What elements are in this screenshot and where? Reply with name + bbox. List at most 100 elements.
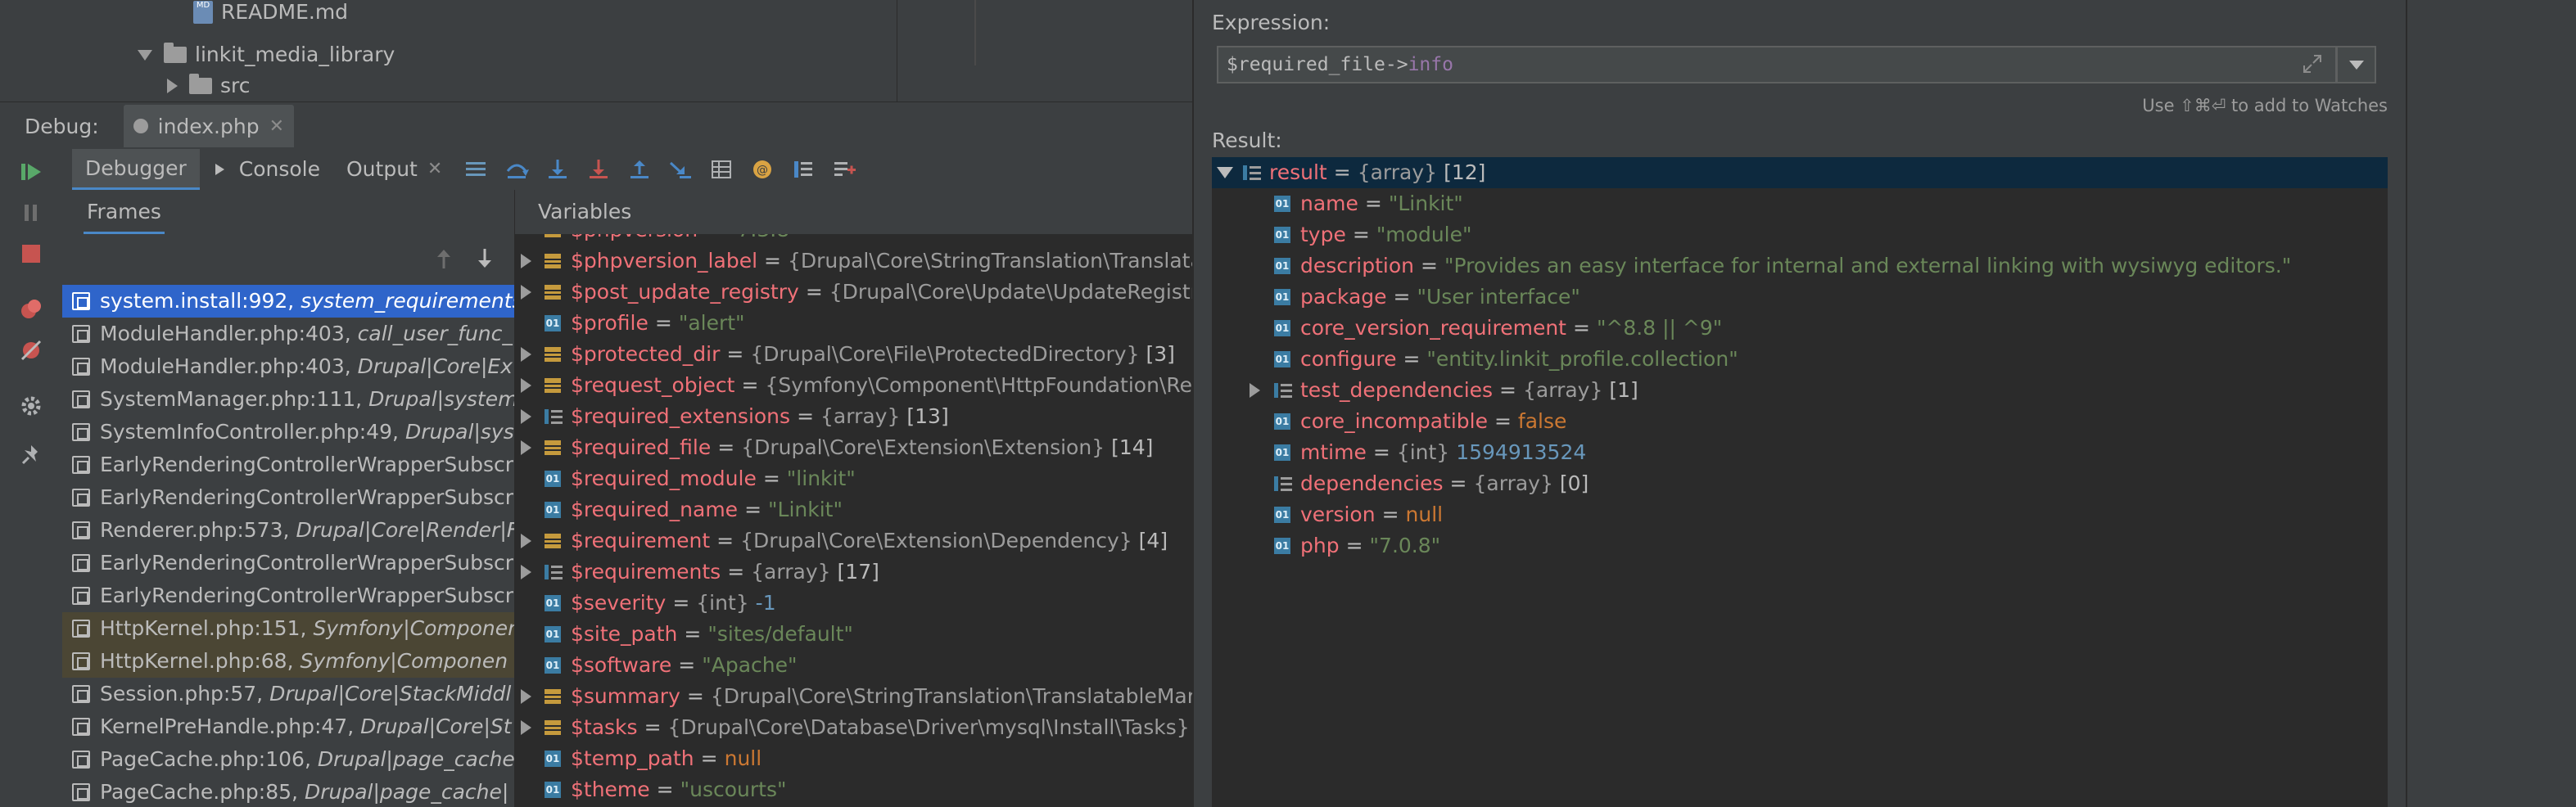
variable-row[interactable]: $phpversion = "7.3.8": [514, 234, 1192, 246]
variable-row[interactable]: $protected_dir = {Drupal\Core\File\Protect…: [514, 339, 1192, 370]
close-icon[interactable]: ✕: [269, 116, 284, 137]
chevron-right-icon[interactable]: [521, 534, 531, 548]
tab-console[interactable]: Console: [200, 149, 333, 190]
result-value: {array}: [1473, 471, 1553, 495]
chevron-right-icon[interactable]: [521, 565, 531, 579]
variable-row[interactable]: $required_extensions = {array} [13]: [514, 401, 1192, 432]
frame-row[interactable]: KernelPreHandle.php:47, Drupal|Core|St: [62, 710, 514, 743]
expression-history-dropdown[interactable]: [2337, 46, 2376, 83]
close-icon[interactable]: ✕: [427, 149, 442, 190]
variable-row[interactable]: 01 $severity = {int} -1: [514, 588, 1192, 619]
evaluate-expression-icon[interactable]: [709, 158, 734, 181]
chevron-right-icon[interactable]: [521, 285, 531, 300]
frame-row[interactable]: EarlyRenderingControllerWrapperSubscr: [62, 547, 514, 579]
variable-row[interactable]: 01 $site_path = "sites/default": [514, 619, 1192, 650]
add-watch-icon[interactable]: [832, 158, 856, 181]
variable-row[interactable]: $requirement = {Drupal\Core\Extension\Depe…: [514, 525, 1192, 557]
tab-output[interactable]: Output ✕: [333, 149, 455, 190]
frame-row[interactable]: PageCache.php:106, Drupal|page_cache|: [62, 743, 514, 776]
step-into-icon[interactable]: [545, 158, 570, 181]
chevron-right-icon[interactable]: [521, 378, 531, 393]
chevron-right-icon[interactable]: [521, 409, 531, 424]
tree-item-src[interactable]: src: [167, 70, 251, 101]
debug-session-tab[interactable]: index.php ✕: [123, 105, 295, 147]
tab-label: Output: [346, 157, 418, 181]
frame-row[interactable]: EarlyRenderingControllerWrapperSubscr: [62, 449, 514, 481]
step-over-icon[interactable]: [504, 158, 530, 181]
frame-row[interactable]: EarlyRenderingControllerWrapperSubscr: [62, 579, 514, 612]
result-row[interactable]: 01 configure = "entity.linkit_profile.colle…: [1212, 344, 2388, 375]
tab-debugger[interactable]: Debugger: [72, 149, 200, 190]
pin-icon[interactable]: [20, 444, 43, 467]
result-row[interactable]: 01 version = null: [1212, 499, 2388, 530]
variable-row[interactable]: 01 $temp_path = null: [514, 743, 1192, 774]
chevron-right-icon[interactable]: [521, 347, 531, 362]
chevron-right-icon[interactable]: [167, 79, 178, 93]
step-out-icon[interactable]: [627, 158, 652, 181]
frame-row[interactable]: ModuleHandler.php:403, Drupal|Core|Ex: [62, 350, 514, 383]
chevron-right-icon[interactable]: [521, 440, 531, 455]
variable-row[interactable]: 01 $required_name = "Linkit": [514, 494, 1192, 525]
frame-row[interactable]: HttpKernel.php:151, Symfony|Componen: [62, 612, 514, 645]
pause-program-icon[interactable]: [20, 201, 43, 224]
frame-row[interactable]: system.install:992, system_requirements: [62, 285, 514, 318]
arrow-up-icon[interactable]: [434, 247, 454, 270]
resume-program-icon[interactable]: [20, 160, 43, 183]
variable-row[interactable]: $summary = {Drupal\Core\StringTranslation\…: [514, 681, 1192, 712]
variable-row[interactable]: $required_file = {Drupal\Core\Extension\Ex…: [514, 432, 1192, 463]
result-value: "entity.linkit_profile.collection": [1426, 347, 1738, 371]
variable-row[interactable]: 01 $software = "Apache": [514, 650, 1192, 681]
tree-item-readme[interactable]: MD README.md: [193, 0, 348, 28]
frame-row[interactable]: HttpKernel.php:68, Symfony|Componen: [62, 645, 514, 678]
frame-icon: [72, 489, 90, 507]
frames-list-icon[interactable]: [791, 158, 816, 181]
frame-row[interactable]: Session.php:57, Drupal|Core|StackMiddl: [62, 678, 514, 710]
result-row[interactable]: 01 package = "User interface": [1212, 282, 2388, 313]
expand-icon[interactable]: [2301, 52, 2324, 75]
result-row[interactable]: 01 description = "Provides an easy interfac…: [1212, 250, 2388, 282]
frame-row[interactable]: SystemManager.php:111, Drupal|system|: [62, 383, 514, 416]
chevron-right-icon[interactable]: [521, 720, 531, 735]
variable-row[interactable]: $post_update_registry = {Drupal\Core\Updat…: [514, 277, 1192, 308]
stop-icon[interactable]: [20, 242, 43, 265]
variable-row[interactable]: 01 $theme = "uscourts": [514, 774, 1192, 805]
frame-row[interactable]: PageCache.php:85, Drupal|page_cache|: [62, 776, 514, 807]
show-execution-point-icon[interactable]: [463, 158, 488, 181]
frame-row[interactable]: Renderer.php:573, Drupal|Core|Render|F: [62, 514, 514, 547]
result-row[interactable]: test_dependencies = {array} [1]: [1212, 375, 2388, 406]
result-row[interactable]: 01 core_version_requirement = "^8.8 || ^9": [1212, 313, 2388, 344]
result-row[interactable]: 01 name = "Linkit": [1212, 188, 2388, 219]
result-row[interactable]: 01 php = "7.0.8": [1212, 530, 2388, 561]
tree-scrollbar[interactable]: [897, 0, 975, 101]
frame-row[interactable]: ModuleHandler.php:403, call_user_func_: [62, 318, 514, 350]
variable-row[interactable]: $tasks = {Drupal\Core\Database\Driver\mysq…: [514, 712, 1192, 743]
chevron-right-icon[interactable]: [1250, 383, 1260, 398]
variable-row[interactable]: $phpversion_label = {Drupal\Core\StringTra…: [514, 246, 1192, 277]
tree-item-linkit-media-library[interactable]: linkit_media_library: [138, 39, 395, 70]
arrow-down-icon[interactable]: [475, 247, 495, 270]
gear-icon[interactable]: [20, 394, 43, 417]
result-root-row[interactable]: result = {array} [12]: [1212, 157, 2388, 188]
variable-row[interactable]: 01 $required_module = "linkit": [514, 463, 1192, 494]
variable-row[interactable]: 01 $profile = "alert": [514, 308, 1192, 339]
expression-input[interactable]: $required_file->info: [1217, 46, 2337, 83]
variable-row[interactable]: $request_object = {Symfony\Component\HttpF…: [514, 370, 1192, 401]
chevron-right-icon[interactable]: [521, 254, 531, 268]
variable-row[interactable]: $requirements = {array} [17]: [514, 557, 1192, 588]
view-breakpoints-icon[interactable]: [20, 298, 43, 321]
watch-icon[interactable]: @: [750, 158, 775, 181]
equals-sign: =: [1403, 347, 1421, 371]
run-to-cursor-icon[interactable]: [668, 158, 693, 181]
chevron-right-icon[interactable]: [521, 689, 531, 704]
force-step-into-icon[interactable]: [586, 158, 611, 181]
mute-breakpoints-icon[interactable]: [20, 339, 43, 362]
result-row[interactable]: 01 core_incompatible = false: [1212, 406, 2388, 437]
frame-row[interactable]: EarlyRenderingControllerWrapperSubscr: [62, 481, 514, 514]
frame-row[interactable]: SystemInfoController.php:49, Drupal|sys: [62, 416, 514, 449]
result-row[interactable]: 01 mtime = {int} 1594913524: [1212, 437, 2388, 468]
frames-title[interactable]: Frames: [84, 190, 165, 234]
result-row[interactable]: 01 type = "module": [1212, 219, 2388, 250]
result-row[interactable]: dependencies = {array} [0]: [1212, 468, 2388, 499]
chevron-down-icon[interactable]: [1217, 167, 1233, 178]
chevron-down-icon[interactable]: [138, 49, 152, 61]
